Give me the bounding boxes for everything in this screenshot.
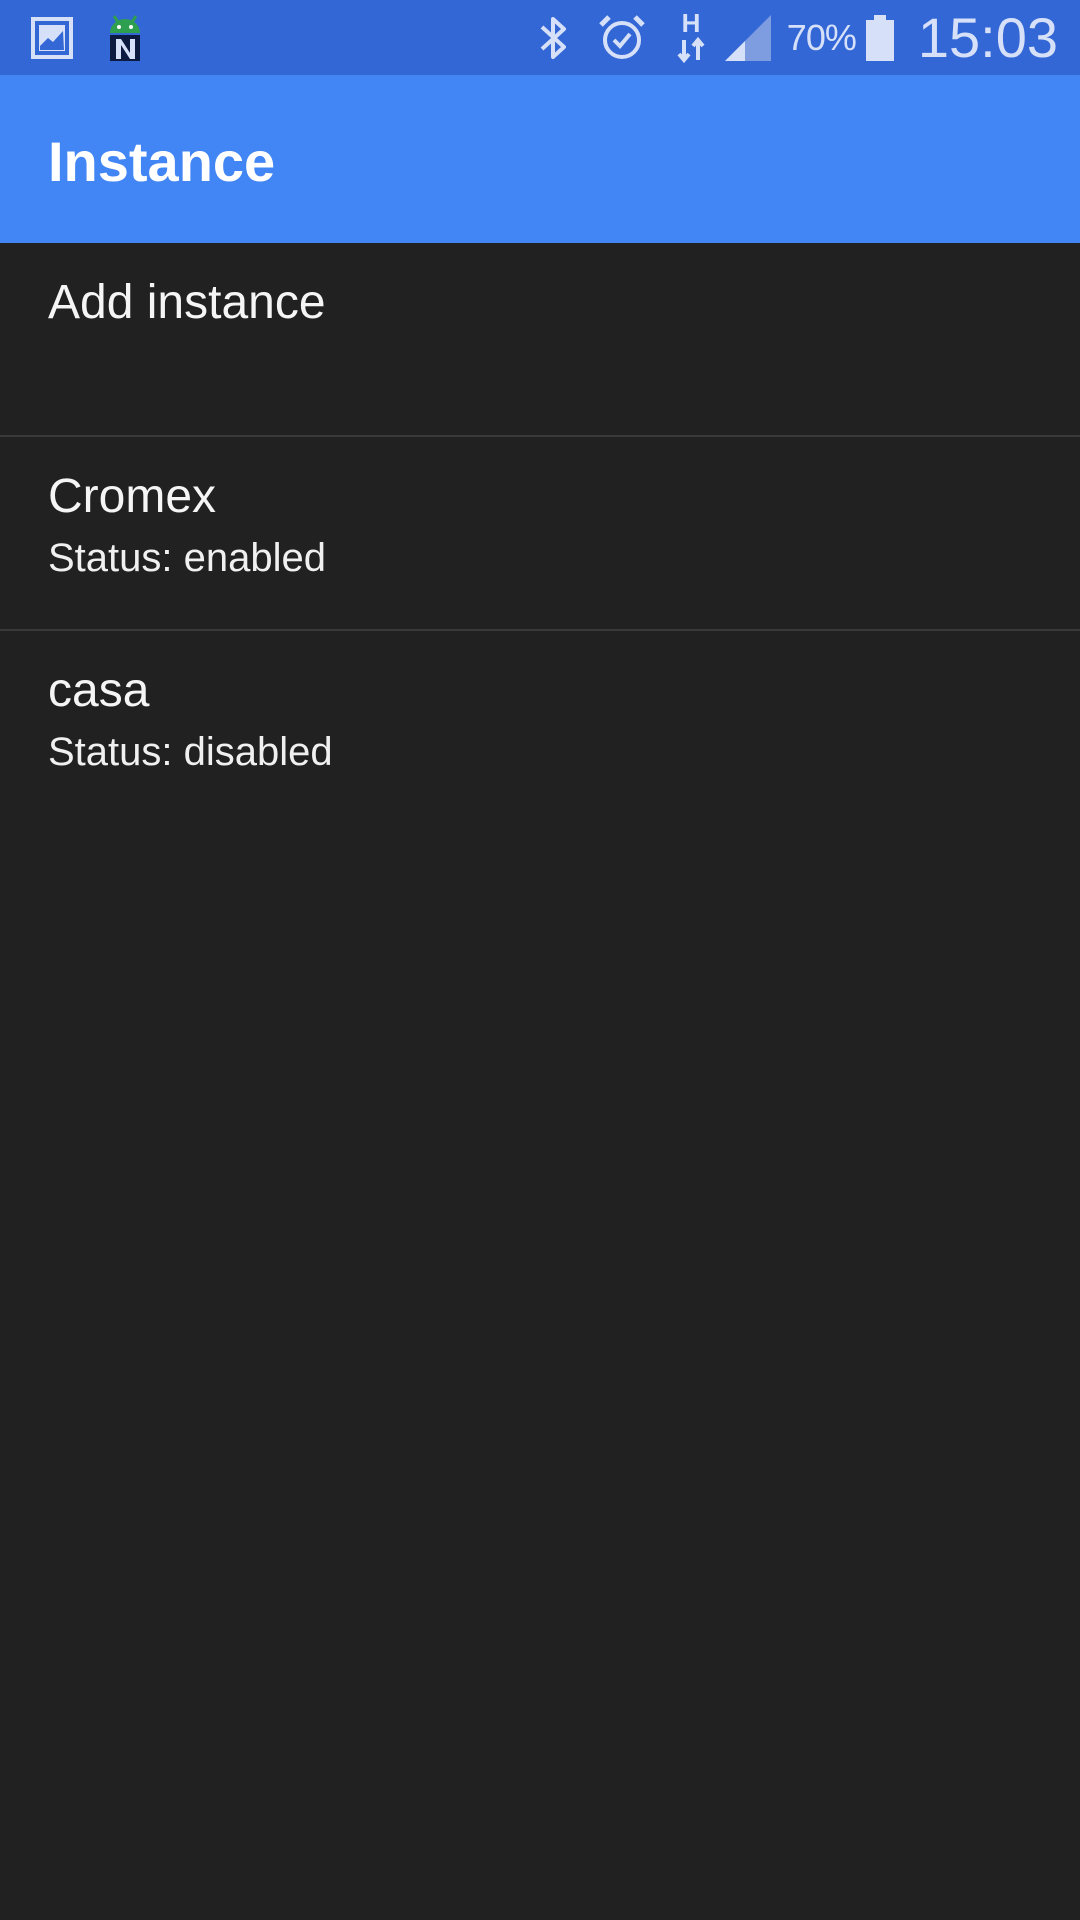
signal-icon (723, 13, 773, 63)
instance-status: Status: enabled (48, 536, 326, 580)
system-tray: H 70% 15:03 (537, 0, 1058, 75)
instance-list: Add instance Cromex Status: enabled casa… (0, 243, 1080, 825)
clock: 15:03 (917, 6, 1058, 69)
battery-percent: 70% (786, 16, 857, 58)
page-title: Instance (48, 130, 276, 193)
android-n-icon (104, 13, 146, 63)
instance-name: casa (48, 664, 150, 717)
app-bar: Instance (0, 75, 1080, 243)
network-h-icon: H (671, 10, 711, 66)
gallery-icon (30, 16, 74, 60)
add-instance-item[interactable]: Add instance (0, 243, 1080, 437)
list-item[interactable]: Cromex Status: enabled (0, 437, 1080, 631)
list-item[interactable]: casa Status: disabled (0, 631, 1080, 825)
status-bar: H 70% 15:03 (0, 0, 1080, 75)
add-instance-label: Add instance (48, 276, 326, 329)
svg-text:H: H (681, 10, 700, 38)
bluetooth-icon (537, 13, 571, 63)
instance-status: Status: disabled (48, 730, 333, 774)
alarm-icon (597, 13, 647, 63)
instance-name: Cromex (48, 470, 217, 523)
notification-area (30, 0, 146, 75)
battery-icon (864, 13, 896, 63)
